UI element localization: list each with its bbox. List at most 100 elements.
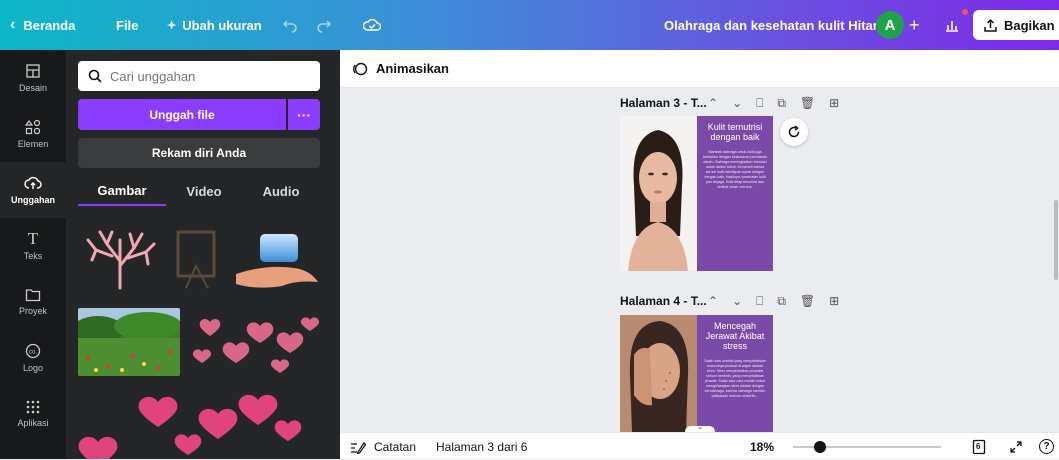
upload-more-button[interactable]: ··· [288, 99, 320, 130]
rail-label: Teks [23, 251, 43, 261]
help-button[interactable]: ? [1039, 433, 1054, 460]
page-4-design[interactable]: Mencegah Jerawat Akibat stress Salah sat… [620, 315, 773, 432]
insights-button[interactable] [944, 0, 960, 50]
scrollbar-thumb[interactable] [1054, 200, 1058, 280]
page-4-heading: Mencegah Jerawat Akibat stress [705, 321, 765, 351]
fullscreen-button[interactable] [1009, 433, 1023, 460]
redo-icon [317, 20, 332, 33]
page-3-tools: ⌃ ⌄ ⎕ ⧉ 🗑 ⊞ [708, 92, 839, 114]
resize-label: Ubah ukuran [182, 17, 262, 33]
more-dots-icon: ··· [297, 106, 311, 123]
refresh-button[interactable] [780, 118, 808, 146]
search-box[interactable] [78, 61, 320, 91]
upload-thumbnail-hand[interactable] [236, 230, 322, 290]
cloud-save-button[interactable] [363, 0, 381, 50]
woman-portrait-image [620, 116, 697, 271]
search-icon [88, 69, 102, 83]
folder-icon [25, 289, 41, 302]
duplicate-icon[interactable]: ⧉ [777, 96, 786, 111]
page-count-badge: 6 [976, 442, 981, 451]
help-icon: ? [1039, 439, 1054, 454]
rail-item-uploads[interactable]: Unggahan [0, 162, 66, 218]
rail-item-design[interactable]: Desain [0, 50, 66, 106]
tab-images[interactable]: Gambar [78, 176, 166, 206]
record-yourself-button[interactable]: Rekam diri Anda [78, 138, 320, 168]
avatar[interactable]: A [876, 11, 904, 39]
chevron-left-icon: ‹ [10, 16, 16, 33]
add-collaborator-button[interactable]: + [909, 0, 920, 50]
page-4-title[interactable]: Halaman 4 - T... [620, 290, 707, 312]
expand-icon [1010, 440, 1022, 453]
chevron-up-icon[interactable]: ⌃ [708, 96, 718, 110]
file-menu[interactable]: File [116, 0, 138, 50]
bar-chart-icon [946, 21, 958, 32]
rail-item-logo[interactable]: co. Logo [0, 330, 66, 386]
page-indicator[interactable]: Halaman 3 dari 6 [436, 433, 527, 460]
page-grid-button[interactable]: 6 [971, 433, 987, 460]
share-upload-icon [984, 18, 997, 32]
rail-label: Unggahan [11, 195, 55, 205]
home-button[interactable]: ‹ Beranda [10, 0, 75, 50]
rail-label: Desain [18, 83, 47, 93]
tab-label: Gambar [97, 182, 147, 198]
add-page-icon[interactable]: ⊞ [829, 96, 839, 110]
page-3-design[interactable]: Kulit ternutrisi dengan baik Manfaat ola… [620, 116, 773, 271]
zoom-slider-knob[interactable] [813, 441, 826, 453]
rail-item-elements[interactable]: Elemen [0, 106, 66, 162]
file-label: File [116, 17, 139, 33]
animate-button[interactable]: Animasikan [376, 61, 449, 76]
page-header-label: Halaman 4 - T... [620, 294, 707, 308]
tab-video[interactable]: Video [166, 176, 242, 206]
trash-icon[interactable]: 🗑 [800, 96, 815, 110]
upload-file-button[interactable]: Unggah file [78, 99, 286, 130]
search-input[interactable] [110, 68, 310, 84]
notes-label: Catatan [374, 439, 417, 454]
share-button[interactable]: Bagikan [973, 10, 1059, 40]
upload-thumbnail-garden[interactable] [78, 308, 180, 376]
trash-icon[interactable]: 🗑 [800, 294, 815, 308]
layout-icon [26, 64, 40, 78]
redo-button[interactable] [316, 0, 332, 50]
rail-label: Elemen [17, 139, 49, 149]
upload-thumbnail-coral[interactable] [82, 226, 158, 290]
upload-thumbnail-hearts[interactable] [190, 306, 324, 378]
page-4-body: Salah satu kondisi yang menyebabkan munc… [704, 359, 766, 398]
chevron-down-icon[interactable]: ⌄ [732, 96, 742, 110]
hearts-image [192, 317, 320, 373]
add-page-icon[interactable]: ⊞ [829, 294, 839, 308]
page-3-heading: Kulit ternutrisi dengan baik [707, 122, 763, 142]
rail-item-projects[interactable]: Proyek [0, 274, 66, 330]
rail-item-text[interactable]: T Teks [0, 218, 66, 274]
page-header-label: Halaman 3 - T... [620, 96, 707, 110]
frame-image [176, 230, 216, 289]
zoom-label: 18% [750, 439, 775, 454]
chevron-up-icon[interactable]: ⌃ [708, 294, 718, 308]
tab-label: Video [186, 183, 222, 199]
notification-dot [962, 9, 968, 15]
hand-cube-image [236, 234, 318, 288]
notes-button[interactable]: Catatan [350, 433, 416, 460]
cloud-check-icon [363, 18, 381, 31]
share-label: Bagikan [1004, 17, 1055, 33]
upload-thumbnail-frame[interactable] [172, 226, 226, 292]
logo-icon: co. [25, 343, 41, 359]
uploads-panel: Unggah file ··· Rekam diri Anda Gambar V… [66, 50, 340, 459]
garden-image [78, 308, 180, 376]
lock-icon[interactable]: ⎕ [756, 294, 763, 309]
apps-grid-icon [26, 400, 40, 414]
rail-item-apps[interactable]: Aplikasi [0, 386, 66, 442]
tab-audio[interactable]: Audio [242, 176, 320, 206]
refresh-icon [788, 125, 800, 138]
resize-button[interactable]: ✦ Ubah ukuran [167, 0, 262, 50]
undo-button[interactable] [282, 0, 298, 50]
page-3-title[interactable]: Halaman 3 - T... [620, 92, 707, 114]
chevron-down-icon[interactable]: ⌄ [732, 294, 742, 308]
document-title[interactable]: Olahraga dan kesehatan kulit Hitami [664, 0, 888, 50]
left-rail: Desain Elemen Unggahan T Teks Proyek co.… [0, 50, 66, 459]
upload-thumbnail-hearts-large[interactable] [78, 380, 322, 459]
record-label: Rekam diri Anda [151, 146, 247, 160]
undo-icon [282, 20, 297, 33]
page-3-body: Manfaat olahraga untuk kulit juga berkai… [703, 150, 767, 189]
duplicate-icon[interactable]: ⧉ [777, 294, 786, 309]
lock-icon[interactable]: ⎕ [756, 96, 763, 111]
